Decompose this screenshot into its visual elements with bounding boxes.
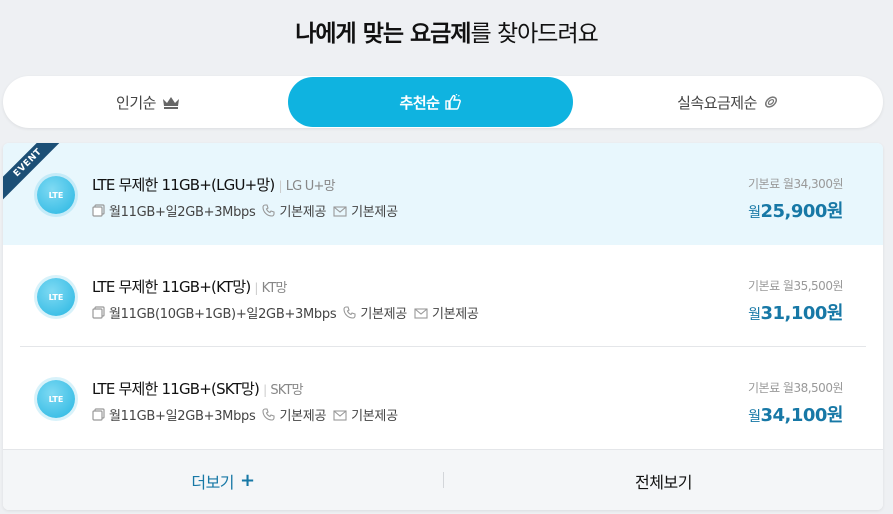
plan-carrier: SKT망 [270,383,303,398]
plan-specs: 월11GB+일2GB+3Mbps 기본제공 기본제공 [92,405,405,424]
voice-value: 기본제공 [279,205,327,220]
page-title-rest: 를 찾아드려요 [470,21,599,47]
price-amount: 31,100원 [760,303,843,324]
title-separator: | [263,383,267,397]
plan-row[interactable]: EVENT LTE LTE 무제한 11GB+(LGU+망) | LG U+망 월1… [3,143,883,245]
envelope-icon [414,307,428,319]
data-spec: 월11GB(10GB+1GB)+일2GB+3Mbps [92,303,337,322]
sort-tabs: 인기순 추천순 실속요금제순 [3,76,883,128]
price-prefix: 월 [748,409,761,425]
lte-badge: LTE [37,278,75,316]
plus-icon: + [240,470,255,491]
original-price: 기본료 월38,500원 [747,381,844,395]
coin-icon [763,94,779,110]
plan-specs: 월11GB(10GB+1GB)+일2GB+3Mbps 기본제공 기본제공 [92,303,486,322]
tab-popular-label: 인기순 [116,93,156,112]
price-amount: 34,100원 [760,405,843,426]
plan-row[interactable]: LTE LTE 무제한 11GB+(KT망) | KT망 월11GB(10GB+1G… [3,245,883,347]
voice-spec: 기본제공 [262,201,326,220]
price-prefix: 월 [748,307,761,323]
data-icon [92,408,105,421]
tab-popular[interactable]: 인기순 [3,77,293,127]
price-prefix: 월 [748,205,761,221]
title-separator: | [278,179,282,193]
sms-value: 기본제공 [351,409,398,424]
plan-name: LTE 무제한 11GB+(SKT망) [92,380,260,398]
title-separator: | [254,281,258,295]
tab-budget-label: 실속요금제순 [677,93,757,112]
price-amount: 25,900원 [760,201,843,222]
sms-spec: 기본제공 [414,303,479,322]
thumbs-up-icon [445,94,462,110]
voice-value: 기본제공 [279,409,327,424]
original-price: 기본료 월34,300원 [747,177,844,191]
plan-list-card: EVENT LTE LTE 무제한 11GB+(LGU+망) | LG U+망 월1… [3,143,883,510]
discount-price: 월34,100원 [748,401,843,427]
voice-spec: 기본제공 [262,405,326,424]
data-icon [92,306,105,319]
envelope-icon [333,409,347,421]
discount-price: 월31,100원 [748,299,843,325]
lte-badge: LTE [37,176,75,214]
phone-icon [262,408,276,421]
page-title: 나에게 맞는 요금제를 찾아드려요 [0,14,893,48]
plan-title: LTE 무제한 11GB+(SKT망) | SKT망 [92,378,304,399]
phone-icon [262,204,276,217]
sms-spec: 기본제공 [333,405,398,424]
plan-specs: 월11GB+일2GB+3Mbps 기본제공 기본제공 [92,201,405,220]
data-value: 월11GB+일2GB+3Mbps [109,205,256,220]
page-title-bold: 나에게 맞는 요금제 [295,21,471,47]
lte-badge: LTE [37,380,75,418]
data-spec: 월11GB+일2GB+3Mbps [92,405,256,424]
discount-price: 월25,900원 [748,197,843,223]
data-value: 월11GB(10GB+1GB)+일2GB+3Mbps [109,307,337,322]
tab-recommended-label: 추천순 [399,93,440,112]
view-all-button[interactable]: 전체보기 [444,450,883,510]
data-spec: 월11GB+일2GB+3Mbps [92,201,256,220]
plan-carrier: LG U+망 [285,179,336,194]
tab-budget[interactable]: 실속요금제순 [573,77,883,127]
original-price: 기본료 월35,500원 [747,279,844,293]
plan-row[interactable]: LTE LTE 무제한 11GB+(SKT망) | SKT망 월11GB+일2GB+… [3,347,883,449]
data-value: 월11GB+일2GB+3Mbps [109,409,256,424]
plan-title: LTE 무제한 11GB+(LGU+망) | LG U+망 [92,174,336,195]
plan-name: LTE 무제한 11GB+(LGU+망) [92,176,275,194]
sms-spec: 기본제공 [333,201,398,220]
crown-icon [162,96,180,109]
view-all-label: 전체보기 [635,472,692,492]
envelope-icon [333,205,347,217]
sms-value: 기본제공 [351,205,398,220]
plan-name: LTE 무제한 11GB+(KT망) [92,278,251,296]
more-button[interactable]: 더보기 + [3,450,443,510]
data-icon [92,204,105,217]
list-footer: 더보기 + 전체보기 [3,449,883,510]
sms-value: 기본제공 [431,307,479,322]
more-label: 더보기 [191,472,235,492]
voice-value: 기본제공 [360,307,407,322]
voice-spec: 기본제공 [343,303,407,322]
phone-icon [343,306,356,319]
plan-title: LTE 무제한 11GB+(KT망) | KT망 [92,276,287,297]
tab-recommended[interactable]: 추천순 [288,77,573,127]
plan-carrier: KT망 [261,281,288,296]
